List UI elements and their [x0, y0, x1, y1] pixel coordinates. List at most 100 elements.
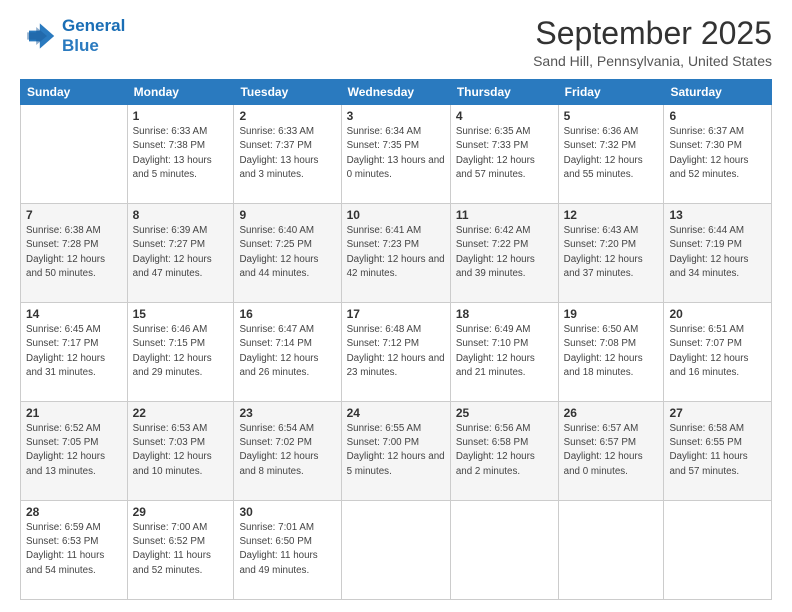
weekday-header-wednesday: Wednesday	[341, 80, 450, 105]
cell-sun-info: Sunrise: 6:50 AMSunset: 7:08 PMDaylight:…	[564, 323, 659, 380]
calendar-cell: 14Sunrise: 6:45 AMSunset: 7:17 PMDayligh…	[21, 303, 128, 402]
calendar-cell: 24 Sunrise: 6:55 AMSunset: 7:00 PMDayligh…	[341, 402, 450, 501]
week-row-2: 7Sunrise: 6:38 AMSunset: 7:28 PMDaylight…	[21, 204, 772, 303]
calendar-cell	[664, 501, 772, 600]
cell-sun-info: Sunrise: 6:35 AMSunset: 7:33 PMDaylight:…	[456, 125, 553, 182]
cell-sun-info: Sunrise: 6:55 AMSunset: 7:00 PMDaylight:…	[347, 422, 445, 479]
cell-day-number: 30	[239, 505, 335, 519]
cell-day-number: 26	[564, 406, 659, 420]
calendar-cell: 28Sunrise: 6:59 AMSunset: 6:53 PMDayligh…	[21, 501, 128, 600]
cell-sun-info: Sunrise: 7:01 AMSunset: 6:50 PMDaylight:…	[239, 521, 335, 578]
calendar-cell: 19 Sunrise: 6:50 AMSunset: 7:08 PMDayligh…	[558, 303, 664, 402]
cell-day-number: 29	[133, 505, 229, 519]
cell-sun-info: Sunrise: 6:56 AMSunset: 6:58 PMDaylight:…	[456, 422, 553, 479]
cell-sun-info: Sunrise: 6:46 AMSunset: 7:15 PMDaylight:…	[133, 323, 229, 380]
calendar-cell: 22 Sunrise: 6:53 AMSunset: 7:03 PMDayligh…	[127, 402, 234, 501]
cell-day-number: 15	[133, 307, 229, 321]
weekday-header-sunday: Sunday	[21, 80, 128, 105]
header: General Blue September 2025 Sand Hill, P…	[20, 16, 772, 69]
cell-sun-info: Sunrise: 6:44 AMSunset: 7:19 PMDaylight:…	[669, 224, 766, 281]
cell-sun-info: Sunrise: 6:54 AMSunset: 7:02 PMDaylight:…	[239, 422, 335, 479]
weekday-header-saturday: Saturday	[664, 80, 772, 105]
calendar-cell: 12 Sunrise: 6:43 AMSunset: 7:20 PMDayligh…	[558, 204, 664, 303]
cell-day-number: 16	[239, 307, 335, 321]
calendar-cell: 17Sunrise: 6:48 AMSunset: 7:12 PMDayligh…	[341, 303, 450, 402]
cell-day-number: 22	[133, 406, 229, 420]
calendar-cell	[558, 501, 664, 600]
calendar-cell: 10 Sunrise: 6:41 AMSunset: 7:23 PMDayligh…	[341, 204, 450, 303]
calendar-cell: 7Sunrise: 6:38 AMSunset: 7:28 PMDaylight…	[21, 204, 128, 303]
cell-sun-info: Sunrise: 6:58 AMSunset: 6:55 PMDaylight:…	[669, 422, 766, 479]
calendar-cell: 26 Sunrise: 6:57 AMSunset: 6:57 PMDayligh…	[558, 402, 664, 501]
cell-day-number: 12	[564, 208, 659, 222]
calendar-cell: 30 Sunrise: 7:01 AMSunset: 6:50 PMDayligh…	[234, 501, 341, 600]
cell-sun-info: Sunrise: 6:47 AMSunset: 7:14 PMDaylight:…	[239, 323, 335, 380]
calendar-cell: 5 Sunrise: 6:36 AMSunset: 7:32 PMDaylight…	[558, 105, 664, 204]
cell-day-number: 18	[456, 307, 553, 321]
cell-sun-info: Sunrise: 6:43 AMSunset: 7:20 PMDaylight:…	[564, 224, 659, 281]
cell-day-number: 8	[133, 208, 229, 222]
weekday-header-thursday: Thursday	[450, 80, 558, 105]
cell-sun-info: Sunrise: 6:57 AMSunset: 6:57 PMDaylight:…	[564, 422, 659, 479]
title-block: September 2025 Sand Hill, Pennsylvania, …	[533, 16, 772, 69]
calendar-title: September 2025	[533, 16, 772, 51]
cell-day-number: 9	[239, 208, 335, 222]
cell-sun-info: Sunrise: 6:45 AMSunset: 7:17 PMDaylight:…	[26, 323, 122, 380]
cell-sun-info: Sunrise: 6:53 AMSunset: 7:03 PMDaylight:…	[133, 422, 229, 479]
cell-sun-info: Sunrise: 6:33 AMSunset: 7:38 PMDaylight:…	[133, 125, 229, 182]
cell-day-number: 24	[347, 406, 445, 420]
calendar-cell: 16 Sunrise: 6:47 AMSunset: 7:14 PMDayligh…	[234, 303, 341, 402]
cell-day-number: 13	[669, 208, 766, 222]
cell-sun-info: Sunrise: 6:33 AMSunset: 7:37 PMDaylight:…	[239, 125, 335, 182]
week-row-3: 14Sunrise: 6:45 AMSunset: 7:17 PMDayligh…	[21, 303, 772, 402]
cell-sun-info: Sunrise: 6:38 AMSunset: 7:28 PMDaylight:…	[26, 224, 122, 281]
calendar-page: General Blue September 2025 Sand Hill, P…	[0, 0, 792, 612]
logo-general: General	[62, 16, 125, 35]
cell-sun-info: Sunrise: 6:51 AMSunset: 7:07 PMDaylight:…	[669, 323, 766, 380]
cell-day-number: 23	[239, 406, 335, 420]
calendar-subtitle: Sand Hill, Pennsylvania, United States	[533, 53, 772, 69]
calendar-cell: 29Sunrise: 7:00 AMSunset: 6:52 PMDayligh…	[127, 501, 234, 600]
cell-day-number: 21	[26, 406, 122, 420]
calendar-cell: 23 Sunrise: 6:54 AMSunset: 7:02 PMDayligh…	[234, 402, 341, 501]
cell-sun-info: Sunrise: 6:37 AMSunset: 7:30 PMDaylight:…	[669, 125, 766, 182]
cell-sun-info: Sunrise: 6:48 AMSunset: 7:12 PMDaylight:…	[347, 323, 445, 380]
calendar-cell: 25 Sunrise: 6:56 AMSunset: 6:58 PMDayligh…	[450, 402, 558, 501]
calendar-cell: 15 Sunrise: 6:46 AMSunset: 7:15 PMDayligh…	[127, 303, 234, 402]
cell-day-number: 6	[669, 109, 766, 123]
calendar-cell	[341, 501, 450, 600]
calendar-cell: 8Sunrise: 6:39 AMSunset: 7:27 PMDaylight…	[127, 204, 234, 303]
weekday-header-tuesday: Tuesday	[234, 80, 341, 105]
cell-sun-info: Sunrise: 6:34 AMSunset: 7:35 PMDaylight:…	[347, 125, 445, 182]
cell-sun-info: Sunrise: 6:40 AMSunset: 7:25 PMDaylight:…	[239, 224, 335, 281]
cell-day-number: 1	[133, 109, 229, 123]
cell-day-number: 10	[347, 208, 445, 222]
calendar-cell: 18 Sunrise: 6:49 AMSunset: 7:10 PMDayligh…	[450, 303, 558, 402]
cell-day-number: 19	[564, 307, 659, 321]
cell-sun-info: Sunrise: 6:41 AMSunset: 7:23 PMDaylight:…	[347, 224, 445, 281]
logo-icon	[20, 18, 56, 54]
calendar-table: SundayMondayTuesdayWednesdayThursdayFrid…	[20, 79, 772, 600]
calendar-cell: 9 Sunrise: 6:40 AMSunset: 7:25 PMDaylight…	[234, 204, 341, 303]
calendar-cell: 20Sunrise: 6:51 AMSunset: 7:07 PMDayligh…	[664, 303, 772, 402]
weekday-header-row: SundayMondayTuesdayWednesdayThursdayFrid…	[21, 80, 772, 105]
cell-day-number: 3	[347, 109, 445, 123]
calendar-cell	[450, 501, 558, 600]
logo: General Blue	[20, 16, 125, 55]
week-row-4: 21 Sunrise: 6:52 AMSunset: 7:05 PMDayligh…	[21, 402, 772, 501]
calendar-cell: 2Sunrise: 6:33 AMSunset: 7:37 PMDaylight…	[234, 105, 341, 204]
cell-sun-info: Sunrise: 6:49 AMSunset: 7:10 PMDaylight:…	[456, 323, 553, 380]
week-row-5: 28Sunrise: 6:59 AMSunset: 6:53 PMDayligh…	[21, 501, 772, 600]
calendar-cell: 13 Sunrise: 6:44 AMSunset: 7:19 PMDayligh…	[664, 204, 772, 303]
cell-sun-info: Sunrise: 6:36 AMSunset: 7:32 PMDaylight:…	[564, 125, 659, 182]
cell-day-number: 28	[26, 505, 122, 519]
logo-text: General Blue	[62, 16, 125, 55]
cell-day-number: 25	[456, 406, 553, 420]
logo-blue-text: Blue	[62, 36, 99, 55]
cell-day-number: 27	[669, 406, 766, 420]
cell-day-number: 5	[564, 109, 659, 123]
calendar-cell: 21 Sunrise: 6:52 AMSunset: 7:05 PMDayligh…	[21, 402, 128, 501]
week-row-1: 1 Sunrise: 6:33 AMSunset: 7:38 PMDaylight…	[21, 105, 772, 204]
cell-sun-info: Sunrise: 6:52 AMSunset: 7:05 PMDaylight:…	[26, 422, 122, 479]
cell-sun-info: Sunrise: 6:42 AMSunset: 7:22 PMDaylight:…	[456, 224, 553, 281]
